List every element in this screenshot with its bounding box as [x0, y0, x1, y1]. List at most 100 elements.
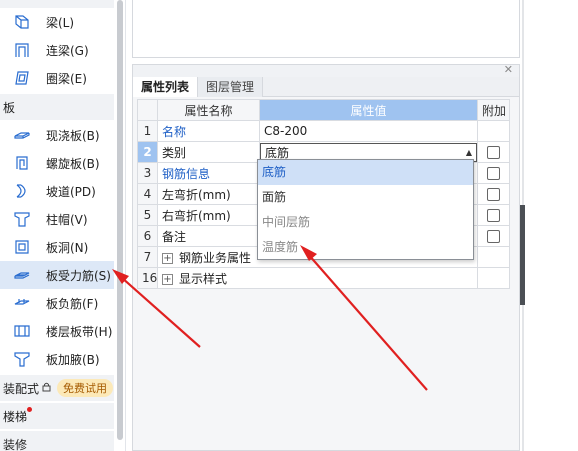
expand-icon[interactable]: +	[162, 273, 173, 285]
row-index: 2	[137, 141, 158, 163]
chevron-down-icon[interactable]: ▲	[466, 148, 472, 157]
extra-cell	[477, 225, 510, 247]
panel-title-bar: ✕	[133, 63, 519, 77]
tree-item-label: 梁(L)	[46, 15, 75, 30]
property-name: 类别	[157, 141, 260, 163]
dropdown-option-top-rebar[interactable]: 面筋	[258, 185, 473, 210]
extra-cell	[477, 183, 510, 205]
header-extra: 附加	[477, 99, 510, 121]
tree-item-label: 板受力筋(S)	[46, 268, 111, 283]
slab-negative-rebar-icon	[12, 293, 32, 313]
category-decoration[interactable]: 装修	[0, 431, 114, 451]
dropdown-option-bottom-rebar[interactable]: 底筋	[258, 160, 473, 185]
tree-item-label: 柱帽(V)	[46, 212, 88, 227]
extra-cell	[477, 141, 510, 163]
property-value[interactable]: C8-200	[259, 120, 478, 142]
tree-item-label: 楼层板带(H)	[46, 324, 113, 339]
category-label: 楼梯	[3, 409, 28, 424]
tree-item-floor-slab-strip[interactable]: 楼层板带(H)	[0, 317, 114, 345]
vertical-scrollbar[interactable]	[117, 0, 123, 440]
category-header-strip	[0, 0, 114, 8]
tab-layer-management[interactable]: 图层管理	[198, 77, 264, 97]
free-trial-badge[interactable]: 免费试用	[57, 379, 114, 397]
lock-icon	[42, 382, 51, 395]
category-dropdown-list: 底筋 面筋 中间层筋 温度筋	[257, 159, 474, 260]
grid-header-row: 属性名称 属性值 附加	[137, 99, 510, 121]
ramp-icon	[12, 181, 32, 201]
row-index: 6	[137, 225, 158, 247]
category-stairs[interactable]: 楼梯	[0, 403, 114, 429]
component-tree-panel: 梁(L) 连梁(G) 圈梁(E) 板 现浇板(B) 螺旋板(B) 坡道(PD)	[0, 0, 126, 451]
tree-item-spiral-slab[interactable]: 螺旋板(B)	[0, 149, 114, 177]
spiral-slab-icon	[12, 153, 32, 173]
tree-item-label: 螺旋板(B)	[46, 156, 100, 171]
row-index: 7	[137, 246, 158, 268]
extra-checkbox[interactable]	[487, 167, 500, 180]
dropdown-option-middle-rebar[interactable]: 中间层筋	[258, 210, 473, 235]
category-prefab[interactable]: 装配式 免费试用	[0, 375, 114, 401]
tree-item-column-cap[interactable]: 柱帽(V)	[0, 205, 114, 233]
property-name: 右弯折(mm)	[157, 204, 260, 226]
tree-item-label: 现浇板(B)	[46, 128, 100, 143]
property-name: 名称	[157, 120, 260, 142]
header-property-value: 属性值	[259, 99, 478, 121]
extra-cell	[477, 246, 510, 268]
property-name: 钢筋信息	[157, 162, 260, 184]
property-group-name: 钢筋业务属性	[179, 250, 252, 265]
slab-stress-rebar-icon	[12, 265, 32, 285]
category-label: 装修	[3, 437, 28, 451]
tree-item-coupling-beam[interactable]: 连梁(G)	[0, 36, 114, 64]
right-margin	[520, 0, 578, 451]
tree-item-beam[interactable]: 梁(L)	[0, 8, 114, 36]
tree-item-cast-slab[interactable]: 现浇板(B)	[0, 121, 114, 149]
extra-checkbox[interactable]	[487, 230, 500, 243]
tree-item-label: 板加腋(B)	[46, 352, 100, 367]
column-cap-icon	[12, 209, 32, 229]
tree-item-label: 连梁(G)	[46, 43, 89, 58]
notification-dot	[27, 407, 32, 412]
property-group-cell[interactable]: + 显示样式	[157, 267, 478, 289]
category-label: 装配式	[3, 381, 40, 396]
property-group-name: 显示样式	[179, 271, 228, 286]
tree-item-slab-stress-rebar[interactable]: 板受力筋(S)	[0, 261, 114, 289]
drawing-preview-box	[132, 0, 520, 58]
tree-item-slab-haunch[interactable]: 板加腋(B)	[0, 345, 114, 373]
extra-cell	[477, 120, 510, 142]
extra-cell	[477, 204, 510, 226]
row-index: 16	[137, 267, 158, 289]
tree-item-label: 板负筋(F)	[46, 296, 99, 311]
tree-item-ring-beam[interactable]: 圈梁(E)	[0, 64, 114, 92]
tree-item-ramp[interactable]: 坡道(PD)	[0, 177, 114, 205]
row-index: 1	[137, 120, 158, 142]
tree-item-slab-negative-rebar[interactable]: 板负筋(F)	[0, 289, 114, 317]
close-icon[interactable]: ✕	[504, 63, 513, 76]
extra-checkbox[interactable]	[487, 146, 500, 159]
table-row: 16 + 显示样式	[137, 267, 510, 289]
grid-corner	[137, 99, 158, 121]
category-select-value: 底筋	[265, 145, 290, 160]
tab-property-list[interactable]: 属性列表	[133, 77, 199, 97]
extra-cell	[477, 162, 510, 184]
row-index: 5	[137, 204, 158, 226]
right-scroll-handle[interactable]	[520, 205, 525, 305]
row-index: 3	[137, 162, 158, 184]
property-name: 备注	[157, 225, 260, 247]
category-label: 板	[3, 100, 16, 115]
cast-slab-icon	[12, 125, 32, 145]
extra-checkbox[interactable]	[487, 209, 500, 222]
ring-beam-icon	[12, 68, 32, 88]
table-row: 1 名称 C8-200	[137, 120, 510, 142]
beam-icon	[12, 12, 32, 32]
expand-icon[interactable]: +	[162, 252, 173, 264]
extra-checkbox[interactable]	[487, 188, 500, 201]
extra-cell	[477, 267, 510, 289]
floor-slab-strip-icon	[12, 321, 32, 341]
dropdown-option-temperature-rebar[interactable]: 温度筋	[258, 235, 473, 260]
header-property-name: 属性名称	[157, 99, 260, 121]
tree-item-label: 圈梁(E)	[46, 71, 87, 86]
slab-haunch-icon	[12, 349, 32, 369]
panel-tabs: 属性列表 图层管理	[133, 77, 519, 97]
category-slab[interactable]: 板	[0, 94, 114, 120]
property-name: 左弯折(mm)	[157, 183, 260, 205]
tree-item-slab-hole[interactable]: 板洞(N)	[0, 233, 114, 261]
